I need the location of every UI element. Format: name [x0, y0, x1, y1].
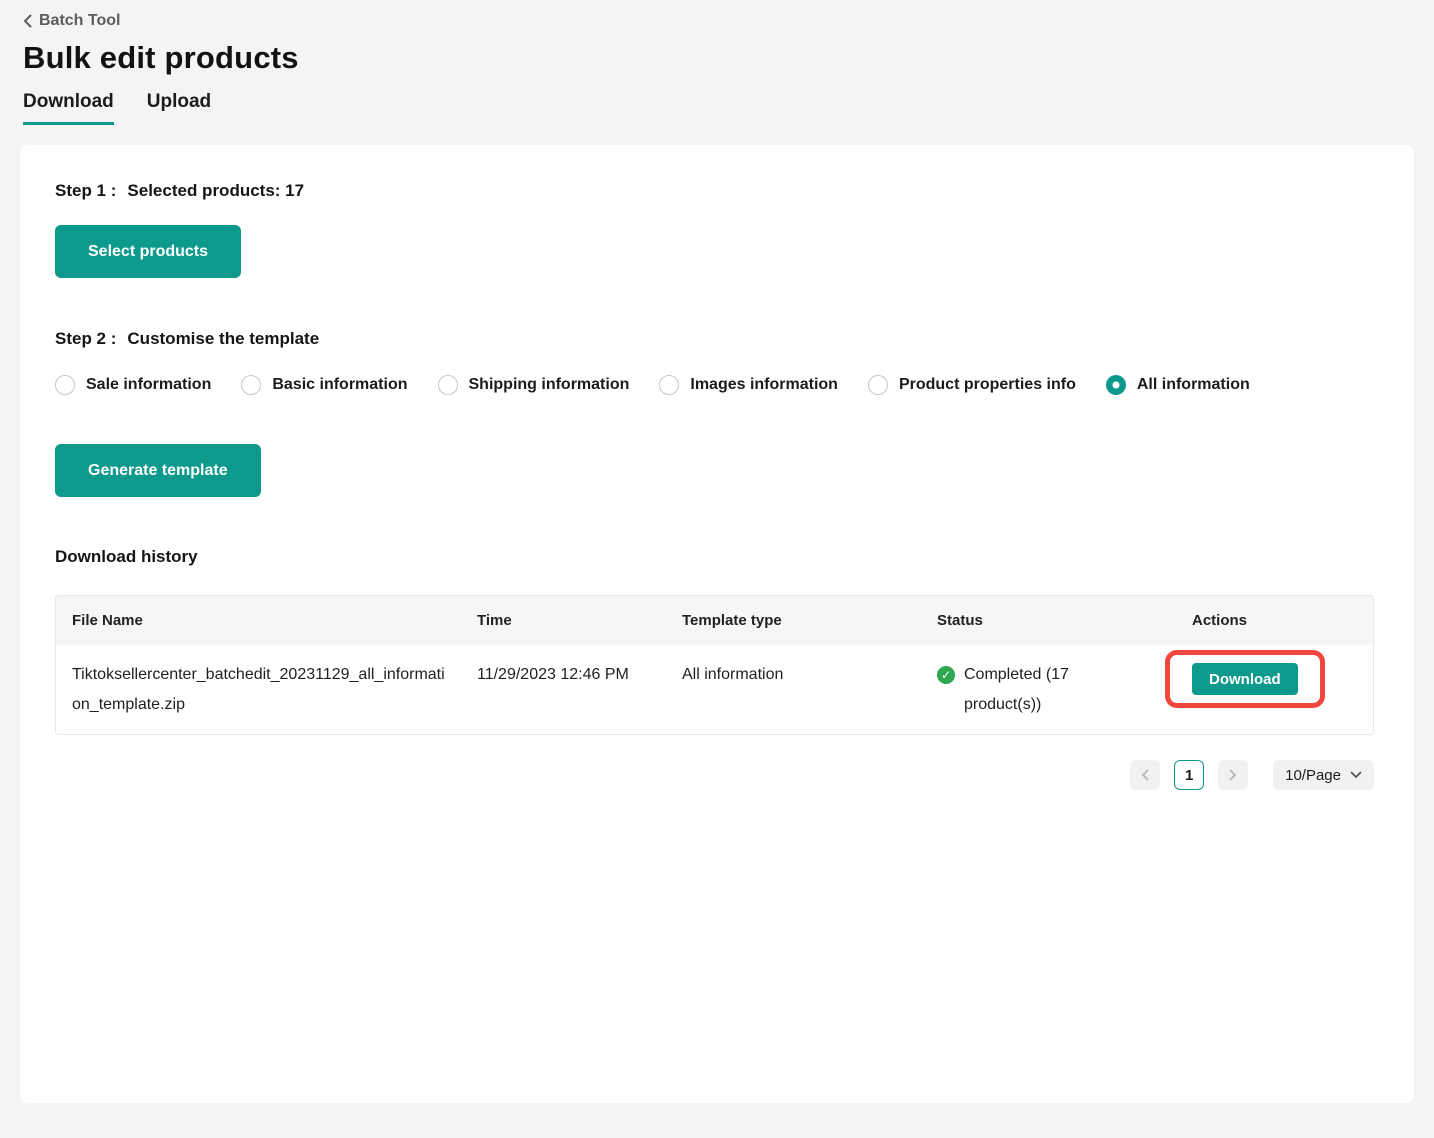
tab-download[interactable]: Download [23, 91, 114, 125]
step1-title: Step 1 : Selected products: 17 [55, 181, 1379, 201]
column-status: Status [921, 612, 1176, 629]
download-button[interactable]: Download [1192, 663, 1298, 695]
select-products-button[interactable]: Select products [55, 225, 241, 278]
chevron-left-icon [23, 14, 32, 28]
radio-icon [55, 375, 75, 395]
step2-text: Customise the template [127, 329, 319, 348]
step1-label: Step 1 : [55, 181, 116, 200]
pagination: 1 10/Page [55, 760, 1374, 790]
template-options: Sale information Basic information Shipp… [55, 375, 1379, 395]
radio-sale-information[interactable]: Sale information [55, 375, 211, 395]
file-name-cell: Tiktoksellercenter_batchedit_20231129_al… [56, 660, 461, 720]
radio-images-information[interactable]: Images information [659, 375, 838, 395]
step2-title: Step 2 : Customise the template [55, 329, 1379, 349]
radio-icon [659, 375, 679, 395]
next-page-button[interactable] [1218, 760, 1248, 790]
highlight-annotation: Download [1165, 650, 1325, 708]
radio-icon [241, 375, 261, 395]
radio-all-information[interactable]: All information [1106, 375, 1250, 395]
radio-icon [438, 375, 458, 395]
completed-check-icon: ✓ [937, 666, 955, 684]
main-card: Step 1 : Selected products: 17 Select pro… [20, 145, 1414, 1103]
table-header: File Name Time Template type Status Acti… [56, 596, 1373, 645]
status-text: Completed (17 product(s)) [964, 660, 1104, 720]
chevron-left-icon [1141, 769, 1149, 781]
column-time: Time [461, 612, 666, 629]
radio-icon [868, 375, 888, 395]
download-history-table: File Name Time Template type Status Acti… [55, 595, 1374, 735]
page-title: Bulk edit products [23, 40, 1434, 76]
back-link[interactable]: Batch Tool [23, 12, 120, 30]
download-history-title: Download history [55, 547, 1379, 567]
tab-upload[interactable]: Upload [147, 91, 211, 125]
chevron-down-icon [1350, 771, 1362, 779]
status-cell: ✓ Completed (17 product(s)) [921, 660, 1176, 720]
back-label: Batch Tool [39, 12, 120, 30]
radio-shipping-information[interactable]: Shipping information [438, 375, 630, 395]
page-size-value: 10/Page [1285, 767, 1341, 784]
prev-page-button[interactable] [1130, 760, 1160, 790]
column-file-name: File Name [56, 612, 461, 629]
radio-basic-information[interactable]: Basic information [241, 375, 407, 395]
actions-cell: Download [1176, 660, 1373, 720]
radio-product-properties-info[interactable]: Product properties info [868, 375, 1076, 395]
page-size-select[interactable]: 10/Page [1273, 760, 1374, 790]
tab-bar: Download Upload [23, 91, 1434, 125]
column-actions: Actions [1176, 612, 1373, 629]
step1-text: Selected products: 17 [127, 181, 304, 200]
time-cell: 11/29/2023 12:46 PM [461, 660, 666, 720]
template-type-cell: All information [666, 660, 921, 720]
radio-icon [1106, 375, 1126, 395]
column-template-type: Template type [666, 612, 921, 629]
step2-label: Step 2 : [55, 329, 116, 348]
current-page-button[interactable]: 1 [1174, 760, 1204, 790]
table-row: Tiktoksellercenter_batchedit_20231129_al… [56, 645, 1373, 734]
generate-template-button[interactable]: Generate template [55, 444, 261, 497]
chevron-right-icon [1229, 769, 1237, 781]
page-header: Batch Tool Bulk edit products Download U… [0, 0, 1434, 125]
